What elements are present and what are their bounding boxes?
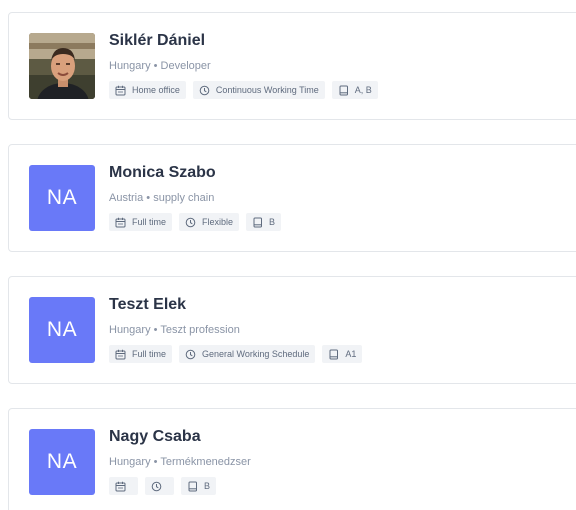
- license-tag: A1: [322, 345, 363, 363]
- work-type-tag: Home office: [109, 81, 186, 99]
- license-label: A1: [345, 349, 357, 359]
- employee-name[interactable]: Monica Szabo: [109, 164, 216, 182]
- avatar: NA: [29, 165, 95, 231]
- employee-card[interactable]: NA Monica Szabo Austria • supply chain F…: [8, 144, 576, 252]
- calendar-icon: [115, 217, 126, 228]
- work-type-label: Full time: [132, 217, 167, 227]
- schedule-tag: Continuous Working Time: [192, 81, 325, 99]
- work-type-tag: Full time: [109, 345, 173, 363]
- clock-icon: [185, 217, 196, 228]
- avatar: [29, 33, 95, 99]
- avatar: NA: [29, 429, 95, 495]
- clock-icon: [199, 85, 210, 96]
- book-icon: [328, 349, 339, 360]
- employee-name[interactable]: Teszt Elek: [109, 296, 186, 314]
- book-icon: [338, 85, 349, 96]
- employee-card[interactable]: Siklér Dániel Hungary • Developer Home o…: [8, 12, 576, 120]
- calendar-icon: [115, 481, 126, 492]
- schedule-tag: [145, 477, 174, 495]
- avatar: NA: [29, 297, 95, 363]
- book-icon: [187, 481, 198, 492]
- work-type-label: Full time: [132, 349, 167, 359]
- license-label: A, B: [354, 85, 372, 95]
- license-tag: A, B: [331, 81, 378, 99]
- employee-tags: Home office Continuous Working Time A, B: [109, 81, 378, 99]
- schedule-label: Continuous Working Time: [215, 85, 319, 95]
- employee-tags: B: [109, 477, 217, 495]
- employee-name[interactable]: Siklér Dániel: [109, 32, 205, 50]
- work-type-tag: [109, 477, 138, 495]
- employee-location-role: Hungary • Developer: [109, 60, 211, 72]
- employee-card[interactable]: NA Nagy Csaba Hungary • Termékmenedzser: [8, 408, 576, 510]
- employee-location-role: Hungary • Teszt profession: [109, 324, 240, 336]
- license-tag: B: [246, 213, 282, 231]
- license-label: B: [269, 217, 276, 227]
- work-type-label: Home office: [132, 85, 180, 95]
- clock-icon: [151, 481, 162, 492]
- schedule-tag: General Working Schedule: [179, 345, 316, 363]
- book-icon: [252, 217, 263, 228]
- employee-card[interactable]: NA Teszt Elek Hungary • Teszt profession…: [8, 276, 576, 384]
- clock-icon: [185, 349, 196, 360]
- license-label: B: [204, 481, 211, 491]
- work-type-tag: Full time: [109, 213, 173, 231]
- employee-tags: Full time General Working Schedule A1: [109, 345, 363, 363]
- schedule-label: General Working Schedule: [202, 349, 310, 359]
- employee-tags: Full time Flexible B: [109, 213, 282, 231]
- calendar-icon: [115, 85, 126, 96]
- employee-location-role: Austria • supply chain: [109, 192, 215, 204]
- schedule-label: Flexible: [202, 217, 234, 227]
- employee-list: Siklér Dániel Hungary • Developer Home o…: [0, 0, 576, 510]
- license-tag: B: [181, 477, 217, 495]
- schedule-tag: Flexible: [179, 213, 240, 231]
- employee-location-role: Hungary • Termékmenedzser: [109, 456, 251, 468]
- employee-name[interactable]: Nagy Csaba: [109, 428, 201, 446]
- calendar-icon: [115, 349, 126, 360]
